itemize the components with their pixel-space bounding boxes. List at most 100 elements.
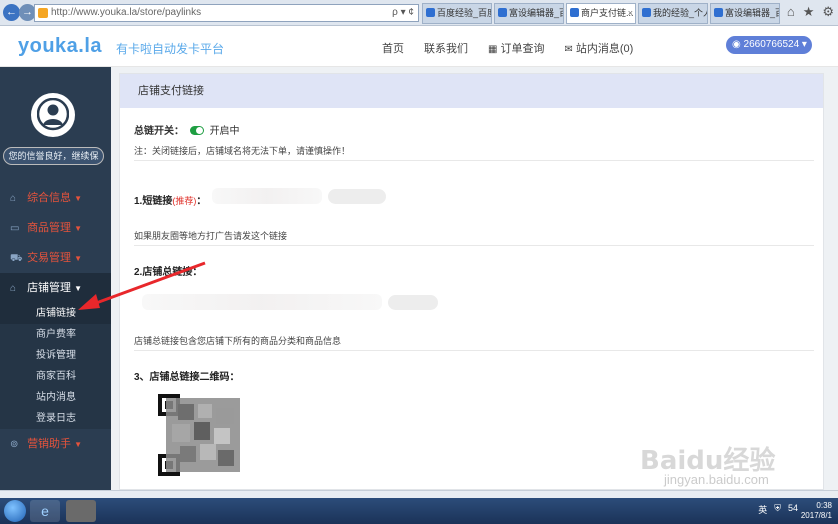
marketing-icon: ⊚: [10, 439, 19, 450]
address-bar[interactable]: http://www.youka.la/store/paylinks ρ ▾ ¢: [34, 4, 419, 22]
submenu-item-merchant-wiki[interactable]: 商家百科: [0, 366, 111, 387]
horizontal-scrollbar[interactable]: [0, 490, 838, 498]
settings-icon[interactable]: ⚙: [822, 4, 834, 20]
clock[interactable]: 0:38 2017/8/1: [801, 501, 832, 521]
tab-label: 富设编辑器_百...: [509, 8, 563, 18]
divider: [134, 350, 814, 351]
caret-down-icon: ▼: [74, 440, 82, 449]
switch-state: 开启中: [209, 126, 240, 137]
copy-full-link-button[interactable]: [388, 295, 438, 310]
sidebar-item-label: 商品管理: [27, 222, 72, 234]
site-slogan: 有卡啦自动发卡平台: [116, 42, 225, 56]
tab-label: 我的经验_个人...: [653, 8, 707, 18]
recommended-tag: (推荐): [172, 196, 197, 206]
tab-close-icon[interactable]: ×: [628, 4, 633, 23]
short-link-title: 1.短链接(推荐)：: [134, 192, 206, 207]
browser-tab-active[interactable]: 商户支付链... ×: [566, 3, 636, 24]
ie-icon[interactable]: e: [30, 500, 60, 522]
tab-favicon-icon: [714, 8, 723, 17]
main-content: 店铺支付链接 总链开关： 开启中 注：关闭链接后，店铺域名将无法下单，请谨慎操作…: [111, 67, 838, 490]
qr-title: 3、店铺总链接二维码：: [134, 372, 240, 383]
tab-label: 百度经验_百度...: [437, 8, 491, 18]
star-icon[interactable]: ★: [803, 4, 815, 20]
nav-label: 站内消息(0): [575, 43, 634, 55]
tray-lang[interactable]: 英: [758, 503, 767, 516]
browser-tab[interactable]: 百度经验_百度...: [422, 3, 492, 24]
short-link-colon: ：: [196, 196, 207, 207]
caret-down-icon: ▼: [74, 224, 82, 233]
user-avatar-icon: [37, 98, 69, 131]
browser-tabs: 百度经验_百度... 富设编辑器_百... 商户支付链...× 我的经验_个人.…: [422, 3, 782, 25]
store-links-panel: 店铺支付链接 总链开关： 开启中 注：关闭链接后，店铺域名将无法下单，请谨慎操作…: [119, 73, 824, 490]
tray-num[interactable]: 54: [788, 503, 798, 516]
home-icon[interactable]: ⌂: [787, 4, 795, 20]
panel-title: 店铺支付链接: [120, 74, 823, 108]
submenu-item-complaints[interactable]: 投诉管理: [0, 345, 111, 366]
divider: [134, 245, 814, 246]
submenu-item-login-log[interactable]: 登录日志: [0, 408, 111, 429]
caret-down-icon: ▼: [74, 194, 82, 203]
app-thumbnail-icon[interactable]: [66, 500, 96, 522]
tab-label: 商户支付链...: [581, 8, 634, 18]
baidu-watermark-url: jingyan.baidu.com: [664, 472, 769, 487]
site-logo[interactable]: youka.la: [18, 35, 102, 58]
nav-label: 首页: [382, 43, 404, 55]
red-arrow-annotation: [78, 261, 206, 310]
browser-tab[interactable]: 富设编辑器_百...: [710, 3, 780, 24]
nav-label: 订单查询: [500, 43, 545, 55]
calendar-icon: ▦: [488, 44, 498, 55]
short-link-label: 1.短链接: [134, 196, 173, 207]
shield-icon[interactable]: ⛨: [774, 503, 781, 516]
short-link-note: 如果朋友圈等地方打广告请发这个链接: [134, 231, 288, 241]
back-icon[interactable]: ←: [3, 4, 20, 21]
switch-note: 注：关闭链接后，店铺域名将无法下单，请谨慎操作！: [134, 146, 351, 156]
copy-short-link-button[interactable]: [328, 189, 386, 204]
user-menu-button[interactable]: ◉ 2660766524 ▾: [726, 36, 812, 54]
switch-label: 总链开关：: [134, 126, 184, 137]
nav-messages-link[interactable]: ✉ 站内消息(0): [564, 40, 633, 56]
master-switch-row: 总链开关： 开启中: [134, 122, 240, 137]
windows-taskbar: e 英 ⛨ 54 0:38 2017/8/1: [0, 498, 838, 524]
tab-label: 富设编辑器_百...: [725, 8, 779, 18]
browser-tab[interactable]: 我的经验_个人...: [638, 3, 708, 24]
sidebar-item-label: 交易管理: [27, 252, 72, 264]
nav-home-link[interactable]: 首页: [382, 40, 404, 56]
submenu-item-merchant-fee[interactable]: 商户费率: [0, 324, 111, 345]
sidebar-item-label: 综合信息: [27, 192, 72, 204]
browser-tools: ⌂ ★ ⚙: [787, 4, 834, 20]
sidebar-item-marketing[interactable]: ⊚ 营销助手 ▼: [0, 429, 111, 459]
tab-favicon-icon: [498, 8, 507, 17]
chevron-down-icon: ▾: [801, 39, 807, 50]
submenu-item-messages[interactable]: 站内消息: [0, 387, 111, 408]
bank-icon: ⌂: [10, 283, 17, 294]
mail-icon: ✉: [564, 44, 573, 55]
address-url: http://www.youka.la/store/paylinks: [51, 7, 202, 18]
avatar[interactable]: [31, 93, 75, 137]
qr-code-icon: [158, 394, 240, 476]
credit-status-badge[interactable]: 您的信誉良好，继续保: [3, 147, 104, 165]
nav-label: 联系我们: [424, 43, 468, 55]
store-qr-code: [158, 394, 240, 476]
user-id: 2660766524: [743, 39, 800, 50]
address-tools-icon[interactable]: ρ ▾ ¢: [392, 5, 414, 21]
clock-date: 2017/8/1: [800, 511, 832, 520]
user-icon: ◉: [732, 39, 741, 50]
sidebar-item-products[interactable]: ▭ 商品管理 ▼: [0, 213, 111, 243]
nav-contact-link[interactable]: 联系我们: [424, 40, 468, 56]
system-tray: 英 ⛨ 54: [758, 503, 798, 516]
sidebar-menu: ⌂ 综合信息 ▼ ▭ 商品管理 ▼ ⛟ 交易管理 ▼ ⌂ 店铺管理 ▼ 店铺链接 商户费…: [0, 183, 111, 459]
master-link-toggle[interactable]: [189, 126, 204, 135]
browser-tab[interactable]: 富设编辑器_百...: [494, 3, 564, 24]
sidebar-item-overview[interactable]: ⌂ 综合信息 ▼: [0, 183, 111, 213]
nav-order-query-link[interactable]: ▦ 订单查询: [488, 40, 544, 56]
tab-favicon-icon: [570, 8, 579, 17]
site-header: youka.la 有卡啦自动发卡平台 首页 联系我们 ▦ 订单查询 ✉ 站内消息(0…: [0, 26, 838, 67]
sidebar-item-label: 营销助手: [27, 438, 72, 450]
cart-icon: ⛟: [10, 253, 23, 264]
start-button[interactable]: [4, 500, 26, 522]
tab-favicon-icon: [642, 8, 651, 17]
divider: [134, 160, 814, 161]
top-nav: 首页 联系我们 ▦ 订单查询 ✉ 站内消息(0): [382, 40, 633, 56]
tab-favicon-icon: [426, 8, 435, 17]
short-link-field[interactable]: [212, 188, 322, 204]
